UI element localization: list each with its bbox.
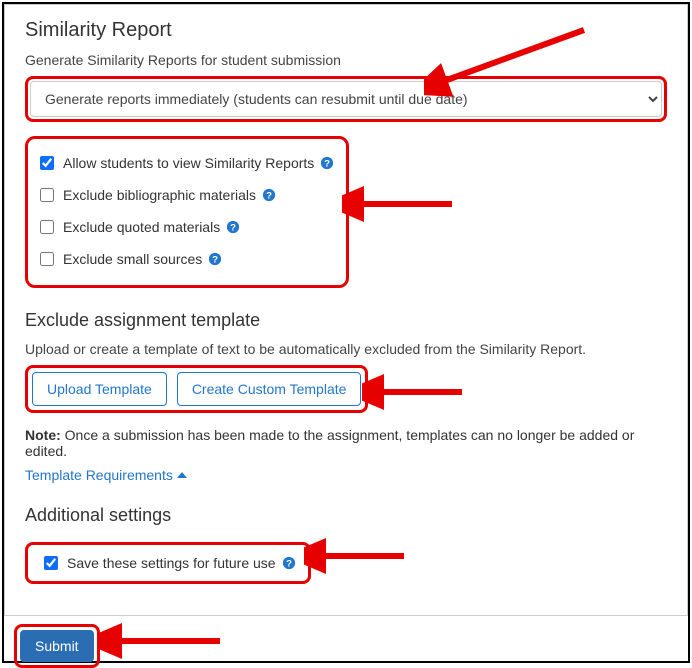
allow-view-row: Allow students to view Similarity Report…	[34, 147, 336, 179]
svg-text:?: ?	[286, 559, 292, 570]
save-settings-checkbox[interactable]	[44, 556, 58, 570]
template-buttons-highlight: Upload Template Create Custom Template	[25, 365, 368, 413]
generate-mode-select[interactable]: Generate reports immediately (students c…	[30, 81, 662, 117]
similarity-options-highlight: Allow students to view Similarity Report…	[25, 136, 349, 288]
allow-view-label: Allow students to view Similarity Report…	[63, 155, 314, 171]
svg-text:?: ?	[212, 255, 218, 266]
exclude-bib-row: Exclude bibliographic materials ?	[34, 179, 336, 211]
submit-button[interactable]: Submit	[20, 630, 94, 662]
chevron-up-icon	[177, 472, 187, 478]
exclude-bib-checkbox[interactable]	[40, 188, 54, 202]
template-requirements-link[interactable]: Template Requirements	[25, 467, 187, 483]
exclude-small-checkbox[interactable]	[40, 252, 54, 266]
svg-text:?: ?	[324, 159, 330, 170]
save-settings-highlight: Save these settings for future use ?	[25, 542, 311, 584]
note-text: Once a submission has been made to the a…	[25, 427, 634, 459]
help-icon[interactable]: ?	[320, 156, 334, 170]
help-icon[interactable]: ?	[282, 556, 296, 570]
exclude-quoted-checkbox[interactable]	[40, 220, 54, 234]
allow-view-checkbox[interactable]	[40, 156, 54, 170]
exclude-template-desc: Upload or create a template of text to b…	[25, 341, 667, 357]
generate-select-highlight: Generate reports immediately (students c…	[25, 76, 667, 122]
upload-template-button[interactable]: Upload Template	[32, 372, 167, 406]
svg-text:?: ?	[230, 223, 236, 234]
save-settings-label: Save these settings for future use	[67, 555, 276, 571]
exclude-bib-label: Exclude bibliographic materials	[63, 187, 256, 203]
help-icon[interactable]: ?	[208, 252, 222, 266]
save-settings-row: Save these settings for future use ?	[36, 551, 300, 575]
exclude-small-row: Exclude small sources ?	[34, 243, 336, 275]
help-icon[interactable]: ?	[262, 188, 276, 202]
create-template-button[interactable]: Create Custom Template	[177, 372, 362, 406]
help-icon[interactable]: ?	[226, 220, 240, 234]
exclude-small-label: Exclude small sources	[63, 251, 202, 267]
svg-text:?: ?	[266, 191, 272, 202]
template-note: Note: Once a submission has been made to…	[25, 427, 667, 459]
generate-desc: Generate Similarity Reports for student …	[25, 52, 667, 68]
exclude-quoted-row: Exclude quoted materials ?	[34, 211, 336, 243]
additional-settings-heading: Additional settings	[25, 505, 667, 526]
template-requirements-label: Template Requirements	[25, 467, 173, 483]
exclude-quoted-label: Exclude quoted materials	[63, 219, 220, 235]
similarity-report-heading: Similarity Report	[25, 19, 667, 42]
exclude-template-heading: Exclude assignment template	[25, 310, 667, 331]
note-bold: Note:	[25, 427, 61, 443]
submit-highlight: Submit	[14, 624, 100, 668]
